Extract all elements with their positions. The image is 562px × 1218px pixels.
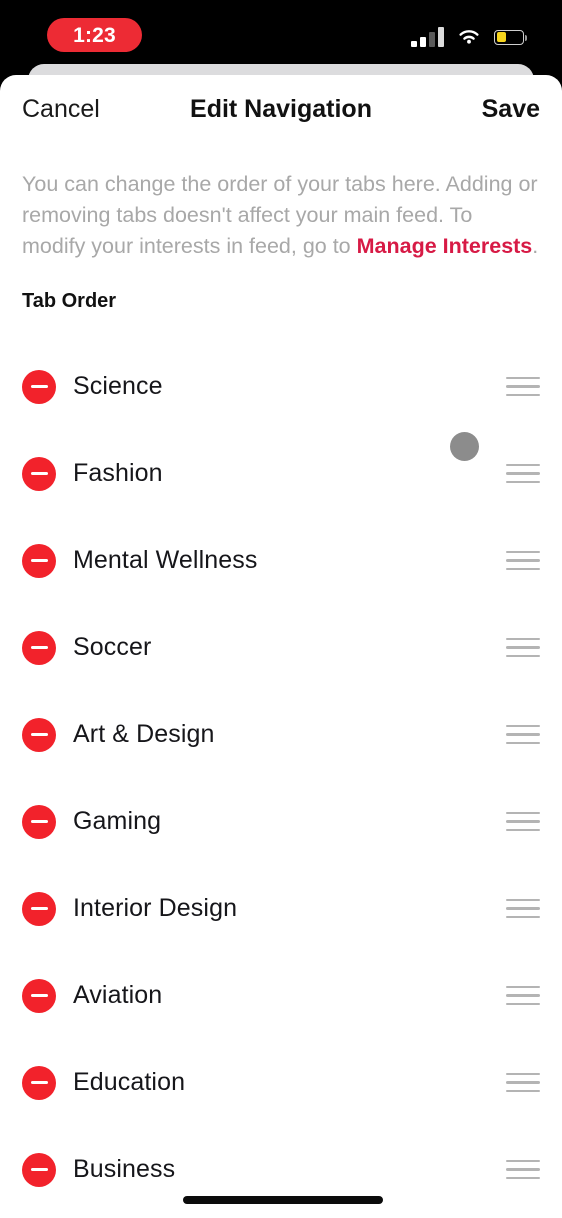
touch-pointer-indicator [450, 432, 479, 461]
list-item[interactable]: Gaming [0, 778, 562, 865]
save-button[interactable]: Save [482, 97, 540, 122]
minus-circle-icon[interactable] [22, 891, 56, 926]
drag-handle-icon[interactable] [506, 1072, 540, 1093]
drag-handle-icon[interactable] [506, 1159, 540, 1180]
description-part-2: . [532, 234, 539, 258]
drag-handle-icon[interactable] [506, 550, 540, 571]
sheet-header: Cancel Edit Navigation Save [0, 75, 562, 147]
status-bar-time: 1:23 [73, 23, 116, 47]
list-item-label: Science [73, 372, 163, 400]
drag-handle-icon[interactable] [506, 985, 540, 1006]
minus-circle-icon[interactable] [22, 717, 56, 752]
manage-interests-link[interactable]: Manage Interests [357, 234, 533, 258]
list-item[interactable]: Science [0, 343, 562, 430]
minus-circle-icon[interactable] [22, 1065, 56, 1100]
home-indicator[interactable] [183, 1196, 383, 1204]
list-item[interactable]: Mental Wellness [0, 517, 562, 604]
description-text: You can change the order of your tabs he… [22, 169, 540, 262]
list-item[interactable]: Art & Design [0, 691, 562, 778]
edit-navigation-sheet: Cancel Edit Navigation Save You can chan… [0, 75, 562, 1218]
list-item-label: Business [73, 1155, 176, 1183]
tab-order-list: Science Fashion Mental Wellness Soccer A… [0, 343, 562, 1213]
drag-handle-icon[interactable] [506, 637, 540, 658]
list-item-label: Soccer [73, 633, 152, 661]
list-item-label: Education [73, 1068, 186, 1096]
minus-circle-icon[interactable] [22, 543, 56, 578]
list-item-label: Mental Wellness [73, 546, 258, 574]
minus-circle-icon[interactable] [22, 804, 56, 839]
list-item[interactable]: Aviation [0, 952, 562, 1039]
minus-circle-icon[interactable] [22, 369, 56, 404]
list-item-label: Gaming [73, 807, 162, 835]
drag-handle-icon[interactable] [506, 376, 540, 397]
minus-circle-icon[interactable] [22, 1152, 56, 1187]
tab-order-heading: Tab Order [22, 290, 117, 312]
battery-icon [494, 29, 527, 45]
minus-circle-icon[interactable] [22, 456, 56, 491]
page-title: Edit Navigation [190, 95, 372, 123]
cellular-signal-icon [411, 27, 444, 47]
list-item[interactable]: Interior Design [0, 865, 562, 952]
drag-handle-icon[interactable] [506, 463, 540, 484]
wifi-icon [457, 28, 481, 46]
phone-screen: 1:23 Cancel Edit Navigation Save You can… [0, 0, 562, 1218]
list-item[interactable]: Soccer [0, 604, 562, 691]
drag-handle-icon[interactable] [506, 811, 540, 832]
status-bar-indicators [411, 22, 527, 52]
list-item-label: Art & Design [73, 720, 215, 748]
list-item-label: Aviation [73, 981, 163, 1009]
drag-handle-icon[interactable] [506, 898, 540, 919]
list-item[interactable]: Education [0, 1039, 562, 1126]
list-item-label: Interior Design [73, 894, 238, 922]
drag-handle-icon[interactable] [506, 724, 540, 745]
minus-circle-icon[interactable] [22, 630, 56, 665]
minus-circle-icon[interactable] [22, 978, 56, 1013]
status-bar-time-pill: 1:23 [47, 18, 142, 52]
list-item-label: Fashion [73, 459, 163, 487]
